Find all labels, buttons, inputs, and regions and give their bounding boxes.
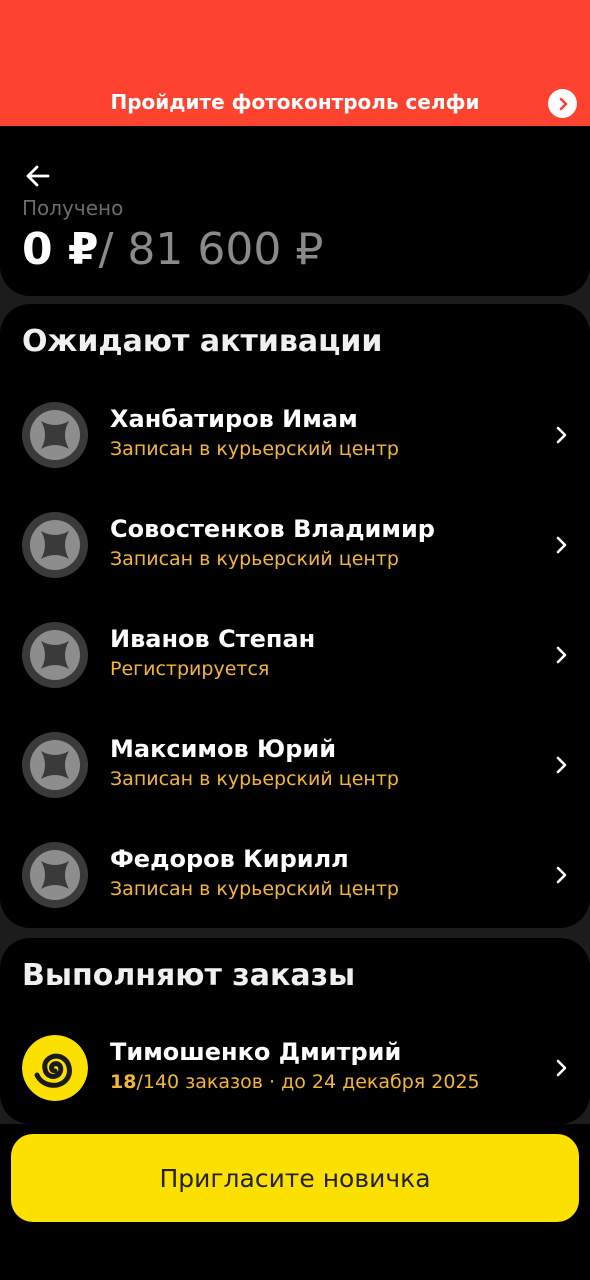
banner-text: Пройдите фотоконтроль селфи <box>110 90 480 114</box>
chevron-right-icon <box>556 536 567 554</box>
avatar-placeholder-icon <box>22 842 88 908</box>
active-title: Выполняют заказы <box>22 958 356 993</box>
user-name: Совостенков Владимир <box>110 515 435 543</box>
amount-total: / 81 600 ₽ <box>98 224 324 275</box>
chevron-right-icon <box>556 866 567 884</box>
orders-progress: 18/140 заказов · до 24 декабря 2025 <box>110 1071 480 1093</box>
user-status: Регистрируется <box>110 658 270 680</box>
avatar-placeholder-icon <box>22 732 88 798</box>
user-name: Ханбатиров Имам <box>110 405 358 433</box>
active-couriers-card: Выполняют заказы Тимошенко Дмитрий 18/14… <box>0 938 590 1124</box>
awaiting-activation-card: Ожидают активации Ханбатиров Имам Записа… <box>0 304 590 928</box>
invite-newcomer-button[interactable]: Пригласите новичка <box>11 1134 579 1222</box>
list-item[interactable]: Ханбатиров Имам Записан в курьерский цен… <box>0 395 590 475</box>
list-item[interactable]: Федоров Кирилл Записан в курьерский цент… <box>0 835 590 915</box>
chevron-right-icon <box>556 756 567 774</box>
amount-received: 0 ₽ <box>22 224 99 275</box>
awaiting-title: Ожидают активации <box>22 324 383 359</box>
earnings-amount: 0 ₽/ 81 600 ₽ <box>22 220 323 280</box>
list-item[interactable]: Тимошенко Дмитрий 18/140 заказов · до 24… <box>0 1028 590 1108</box>
yellow-spiral-avatar-icon <box>22 1035 88 1101</box>
user-status: Записан в курьерский центр <box>110 438 399 460</box>
user-name: Тимошенко Дмитрий <box>110 1038 402 1066</box>
avatar-placeholder-icon <box>22 402 88 468</box>
list-item[interactable]: Совостенков Владимир Записан в курьерски… <box>0 505 590 585</box>
list-item[interactable]: Иванов Степан Регистрируется <box>0 615 590 695</box>
user-status: Записан в курьерский центр <box>110 548 399 570</box>
chevron-right-icon <box>556 646 567 664</box>
user-status: Записан в курьерский центр <box>110 878 399 900</box>
back-arrow-icon[interactable] <box>22 160 54 192</box>
chevron-right-icon <box>556 426 567 444</box>
header-panel: Получено 0 ₽/ 81 600 ₽ <box>0 126 590 296</box>
selfie-banner[interactable]: Пройдите фотоконтроль селфи <box>0 0 590 126</box>
avatar-placeholder-icon <box>22 622 88 688</box>
received-label: Получено <box>22 196 124 220</box>
user-name: Максимов Юрий <box>110 735 337 763</box>
list-item[interactable]: Максимов Юрий Записан в курьерский центр <box>0 725 590 805</box>
orders-done: 18 <box>110 1071 137 1093</box>
user-name: Иванов Степан <box>110 625 316 653</box>
user-status: Записан в курьерский центр <box>110 768 399 790</box>
bottom-bar: Пригласите новичка <box>0 1124 590 1280</box>
banner-arrow-icon[interactable] <box>548 89 577 118</box>
avatar-placeholder-icon <box>22 512 88 578</box>
orders-rest: /140 заказов · до 24 декабря 2025 <box>136 1071 480 1093</box>
user-name: Федоров Кирилл <box>110 845 349 873</box>
chevron-right-icon <box>556 1059 567 1077</box>
